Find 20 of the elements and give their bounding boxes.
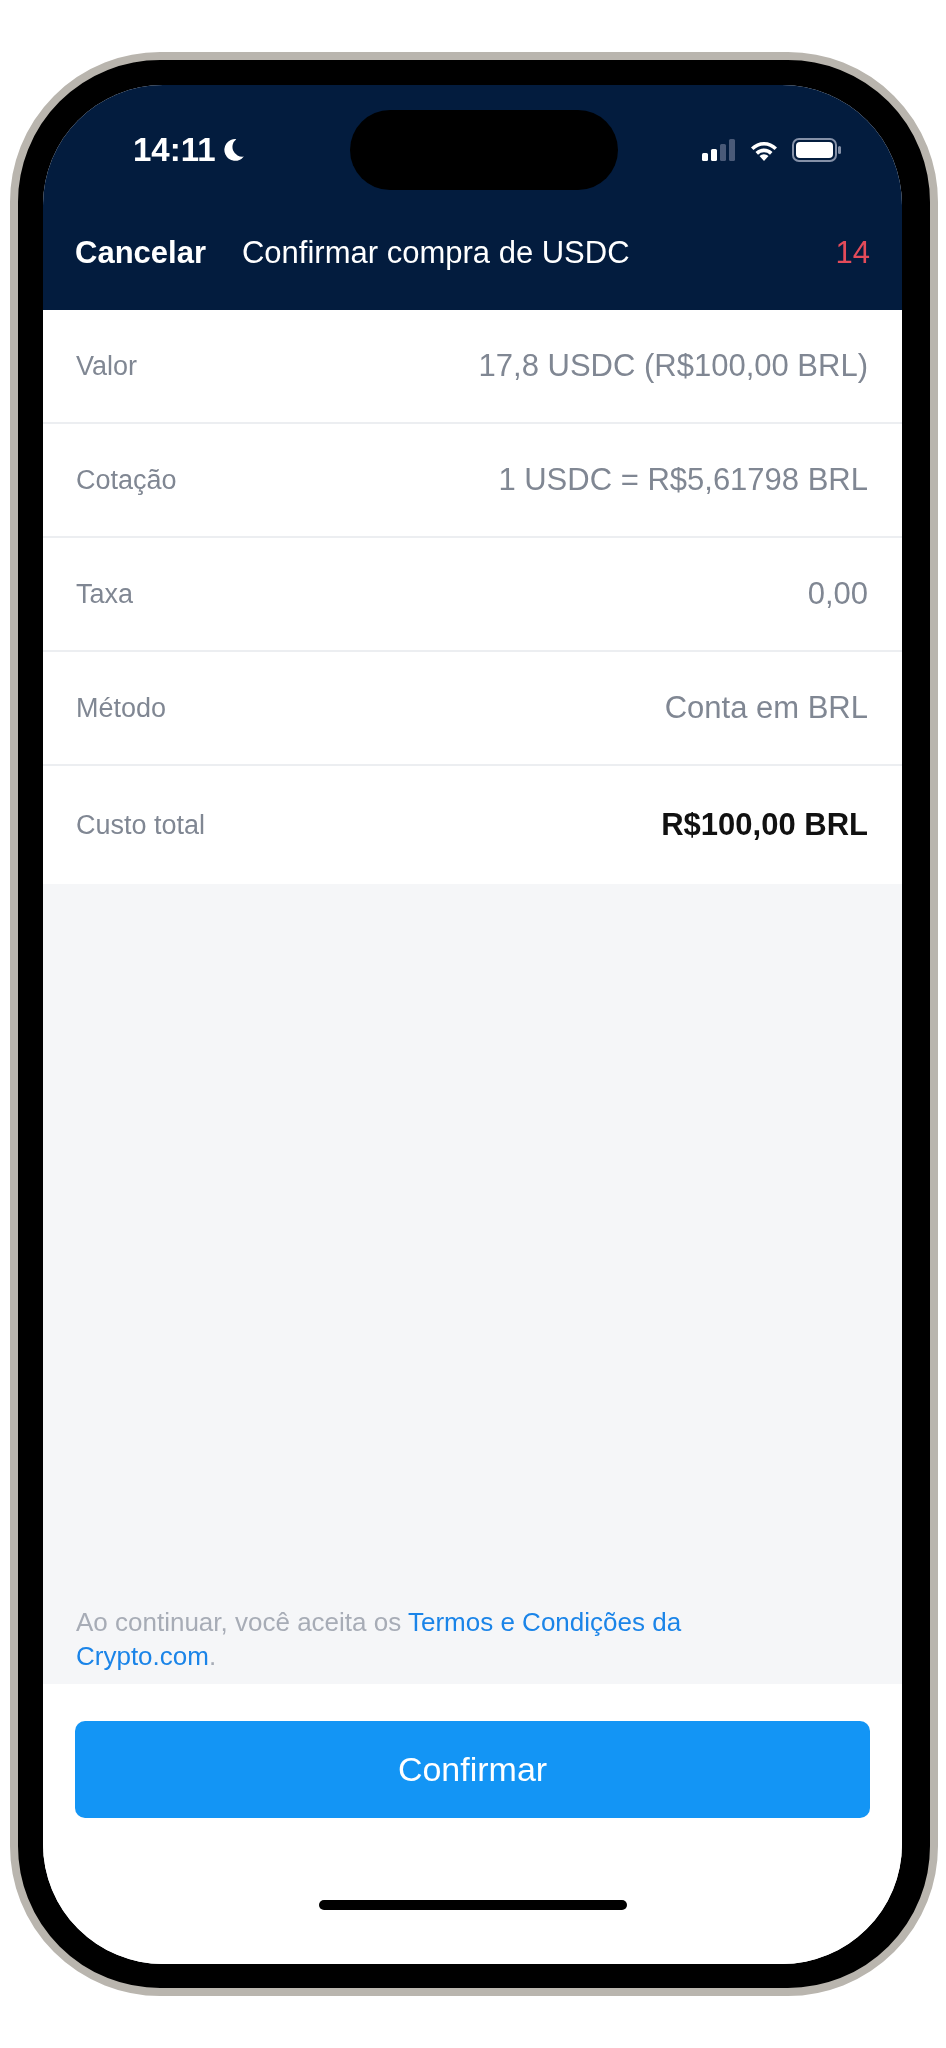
row-label: Valor — [76, 350, 138, 382]
row-label: Custo total — [76, 809, 206, 841]
row-value: R$100,00 BRL — [661, 807, 868, 843]
row-value: 17,8 USDC (R$100,00 BRL) — [478, 348, 868, 384]
terms-text: Ao continuar, você aceita os Termos e Condições da Crypto.com. — [76, 1606, 682, 1674]
battery-icon — [792, 138, 842, 162]
row-value: Conta em BRL — [664, 690, 868, 726]
status-time: 14:11 — [133, 131, 216, 169]
terms-link[interactable]: Termos e Condições da — [407, 1607, 682, 1638]
screen-title: Confirmar compra de USDC — [241, 234, 631, 271]
signal-icon — [702, 139, 736, 161]
row-value: 1 USDC = R$5,61798 BRL — [498, 462, 868, 498]
row-label: Método — [76, 692, 167, 724]
confirm-button[interactable]: Confirmar — [75, 1721, 870, 1818]
cancel-button[interactable]: Cancelar — [75, 234, 206, 271]
row-label: Cotação — [76, 464, 177, 496]
row-label: Taxa — [76, 578, 134, 610]
terms-link[interactable]: Crypto.com — [76, 1641, 209, 1672]
countdown-timer: 14 — [835, 234, 870, 271]
row-value: 0,00 — [807, 576, 868, 612]
